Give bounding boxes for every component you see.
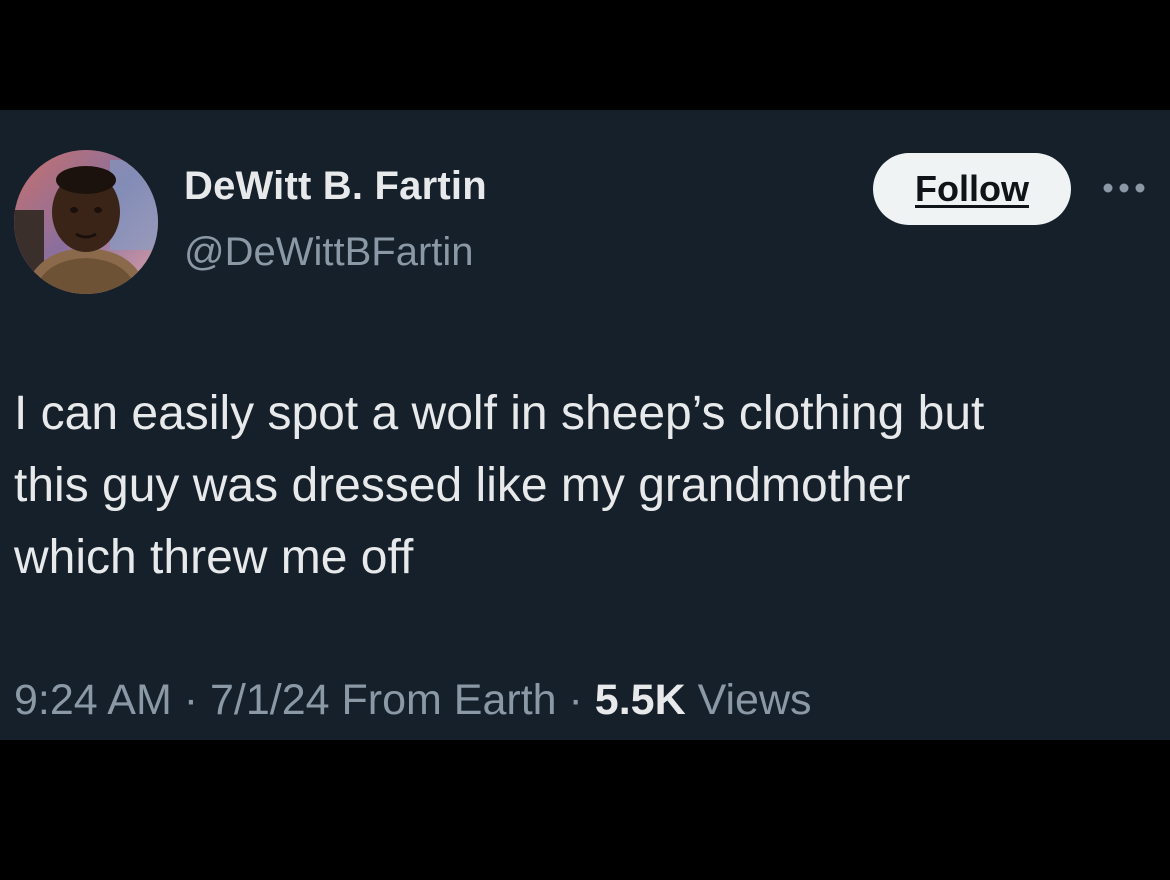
tweet-time[interactable]: 9:24 AM bbox=[14, 676, 172, 724]
user-handle[interactable]: @DeWittBFartin bbox=[184, 230, 474, 275]
tweet-metadata: 9:24 AM · 7/1/24 From Earth · 5.5K Views bbox=[14, 676, 812, 725]
views-label: Views bbox=[697, 676, 812, 724]
display-name[interactable]: DeWitt B. Fartin bbox=[184, 164, 487, 209]
views-count[interactable]: 5.5K bbox=[595, 676, 686, 724]
tweet-text-line: this guy was dressed like my grandmother bbox=[14, 459, 911, 512]
profile-photo-icon bbox=[14, 150, 158, 294]
screenshot-frame: DeWitt B. Fartin @DeWittBFartin Follow I… bbox=[0, 0, 1170, 880]
meta-separator: · bbox=[183, 676, 199, 724]
avatar[interactable] bbox=[14, 150, 158, 294]
tweet-text-line: which threw me off bbox=[14, 531, 414, 584]
tweet-text-line: I can easily spot a wolf in sheep’s clot… bbox=[14, 387, 985, 440]
tweet-card: DeWitt B. Fartin @DeWittBFartin Follow I… bbox=[0, 110, 1170, 740]
follow-button[interactable]: Follow bbox=[873, 153, 1071, 225]
tweet-date[interactable]: 7/1/24 bbox=[210, 676, 330, 724]
meta-separator: · bbox=[568, 676, 583, 724]
tweet-source: From Earth bbox=[341, 676, 557, 724]
ellipsis-icon[interactable] bbox=[1100, 178, 1150, 198]
tweet-text: I can easily spot a wolf in sheep’s clot… bbox=[14, 378, 1154, 594]
